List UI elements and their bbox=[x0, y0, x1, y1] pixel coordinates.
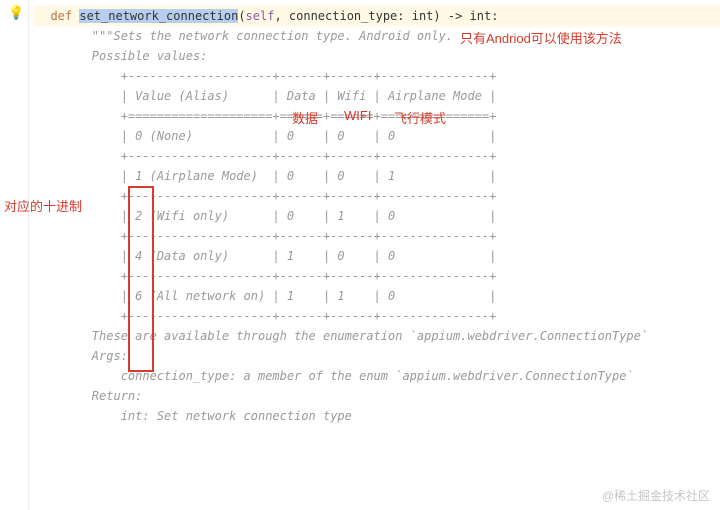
table-row: +--------------------+------+------+----… bbox=[34, 266, 720, 286]
def-line: def set_network_connection(self, connect… bbox=[34, 6, 720, 26]
return-line: int: Set network connection type bbox=[34, 406, 720, 426]
code-editor[interactable]: def set_network_connection(self, connect… bbox=[28, 0, 720, 426]
param-rest: , connection_type: int) -> int: bbox=[274, 9, 498, 23]
editor-gutter: 💡 bbox=[0, 0, 29, 510]
table-row: | 6 (All network on) | 1 | 1 | 0 | bbox=[34, 286, 720, 306]
table-row: +====================+======+======+====… bbox=[34, 106, 720, 126]
table-row: | 2 (Wifi only) | 0 | 1 | 0 | bbox=[34, 206, 720, 226]
docstring-footer: These are available through the enumerat… bbox=[34, 326, 720, 346]
function-name: set_network_connection bbox=[79, 9, 238, 23]
possible-values-header: Possible values: bbox=[34, 46, 720, 66]
table-row: +--------------------+------+------+----… bbox=[34, 226, 720, 246]
keyword-def: def bbox=[50, 9, 79, 23]
return-header: Return: bbox=[34, 386, 720, 406]
annotation-decimal: 对应的十进制 bbox=[4, 196, 82, 215]
lightbulb-icon[interactable]: 💡 bbox=[8, 6, 24, 21]
table-row: +--------------------+------+------+----… bbox=[34, 186, 720, 206]
table-row: | 4 (Data only) | 1 | 0 | 0 | bbox=[34, 246, 720, 266]
table-row: | 1 (Airplane Mode) | 0 | 0 | 1 | bbox=[34, 166, 720, 186]
table-row: | 0 (None) | 0 | 0 | 0 | bbox=[34, 126, 720, 146]
annotation-data: 数据 bbox=[292, 108, 318, 127]
table-row: | Value (Alias) | Data | Wifi | Airplane… bbox=[34, 86, 720, 106]
table-row: +--------------------+------+------+----… bbox=[34, 306, 720, 326]
table-row: +--------------------+------+------+----… bbox=[34, 66, 720, 86]
annotation-wifi: WIFI bbox=[344, 108, 371, 123]
annotation-airplane: 飞行模式 bbox=[394, 108, 446, 127]
args-line: connection_type: a member of the enum `a… bbox=[34, 366, 720, 386]
args-header: Args: bbox=[34, 346, 720, 366]
param-self: self bbox=[246, 9, 275, 23]
annotation-android-only: 只有Andriod可以使用该方法 bbox=[460, 28, 622, 47]
table-row: +--------------------+------+------+----… bbox=[34, 146, 720, 166]
watermark: @稀土掘金技术社区 bbox=[602, 487, 710, 504]
